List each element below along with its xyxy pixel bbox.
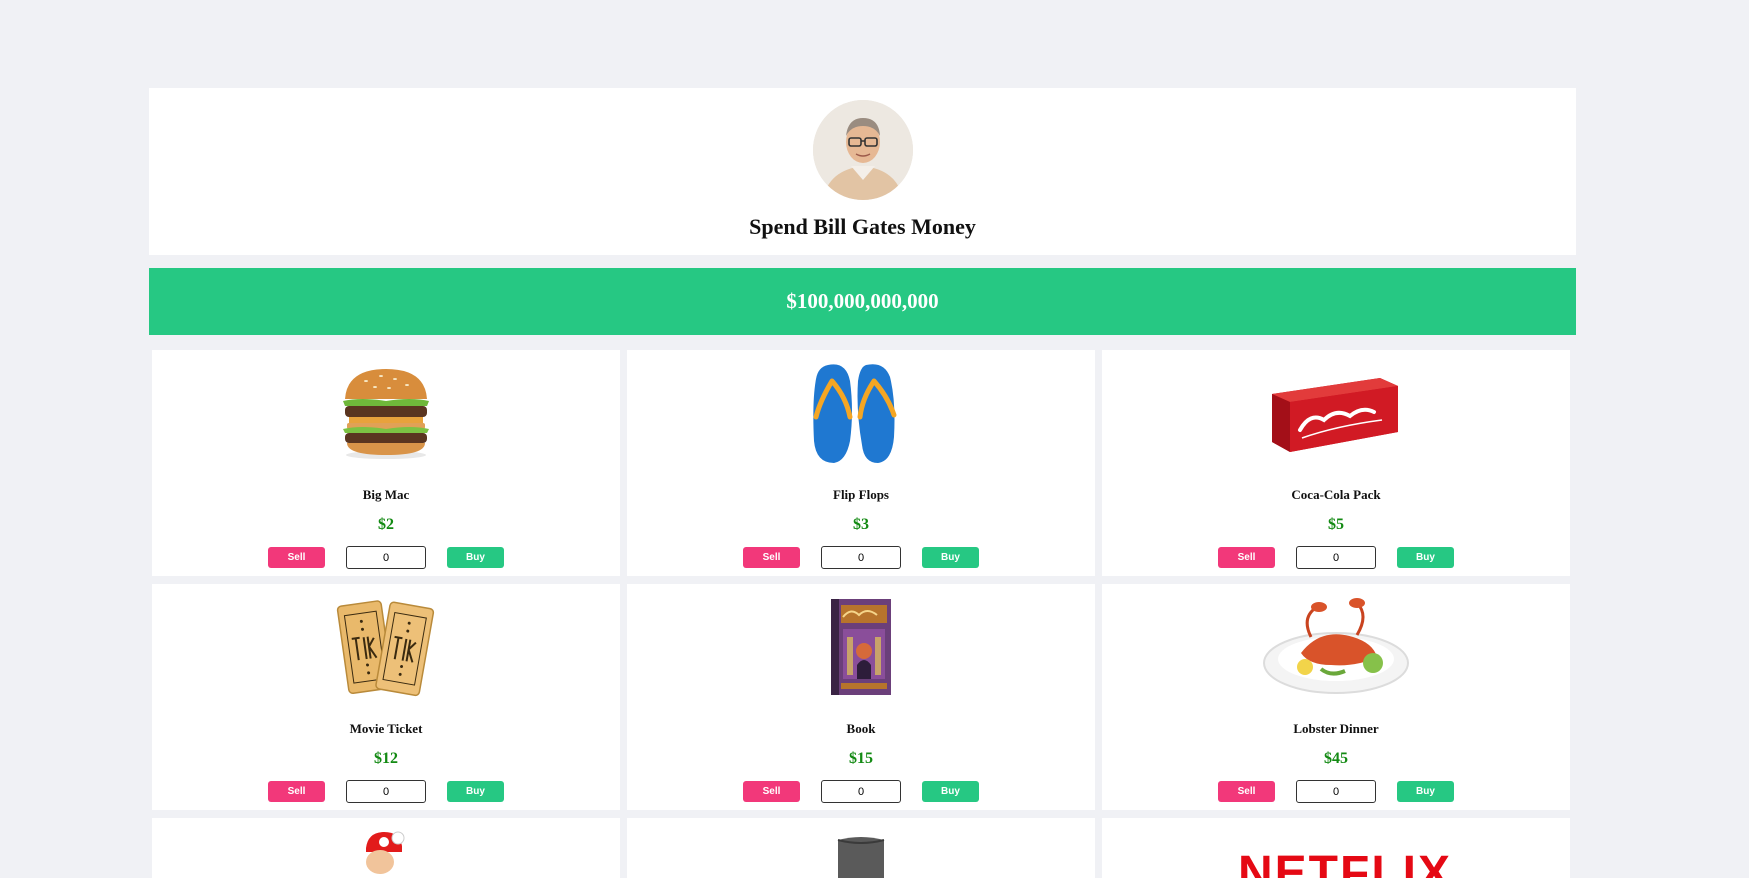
product-controls: Sell Buy xyxy=(1218,780,1454,803)
product-price: $5 xyxy=(1328,516,1344,533)
book-icon xyxy=(831,599,891,695)
quantity-input[interactable] xyxy=(1296,780,1376,803)
page-container: Spend Bill Gates Money $100,000,000,000 xyxy=(149,88,1576,878)
quantity-input[interactable] xyxy=(346,546,426,569)
quantity-input[interactable] xyxy=(821,546,901,569)
product-name: Book xyxy=(846,721,876,736)
portrait-icon xyxy=(812,100,913,200)
product-card-big-mac: Big Mac $2 Sell Buy xyxy=(152,350,620,576)
product-grid: Big Mac $2 Sell Buy Flip Flops $3 Se xyxy=(149,350,1576,878)
product-name: Flip Flops xyxy=(833,487,889,502)
sell-button[interactable]: Sell xyxy=(743,781,800,802)
lobster-plate-icon xyxy=(1263,598,1409,694)
sell-button[interactable]: Sell xyxy=(268,781,325,802)
sell-button[interactable]: Sell xyxy=(1218,781,1275,802)
quantity-input[interactable] xyxy=(821,780,901,803)
product-controls: Sell Buy xyxy=(743,780,979,803)
page-title: Spend Bill Gates Money xyxy=(749,214,976,239)
product-name: Lobster Dinner xyxy=(1293,721,1379,736)
product-image xyxy=(1261,592,1411,702)
product-card-flip-flops: Flip Flops $3 Sell Buy xyxy=(627,350,1095,576)
buy-button[interactable]: Buy xyxy=(447,781,504,802)
product-controls: Sell Buy xyxy=(268,780,504,803)
buy-button[interactable]: Buy xyxy=(447,547,504,568)
header-card: Spend Bill Gates Money xyxy=(149,88,1576,255)
product-card-partial-1 xyxy=(152,818,620,878)
burger-icon xyxy=(343,369,429,459)
buy-button[interactable]: Buy xyxy=(1397,547,1454,568)
mario-icon xyxy=(366,831,405,874)
buy-button[interactable]: Buy xyxy=(1397,781,1454,802)
product-price: $2 xyxy=(378,516,394,533)
product-image xyxy=(786,592,936,702)
product-card-lobster-dinner: Lobster Dinner $45 Sell Buy xyxy=(1102,584,1570,810)
product-price: $3 xyxy=(853,516,869,533)
sell-button[interactable]: Sell xyxy=(268,547,325,568)
product-controls: Sell Buy xyxy=(268,546,504,569)
sell-button[interactable]: Sell xyxy=(1218,547,1275,568)
quantity-input[interactable] xyxy=(346,780,426,803)
product-name: Big Mac xyxy=(362,487,410,502)
quantity-input[interactable] xyxy=(1296,546,1376,569)
product-price: $12 xyxy=(374,750,398,767)
product-name: Coca-Cola Pack xyxy=(1291,487,1381,502)
product-price: $45 xyxy=(1324,750,1348,767)
product-name: Movie Ticket xyxy=(349,721,423,736)
product-image xyxy=(786,358,936,468)
soda-pack-icon xyxy=(1272,378,1398,452)
sell-button[interactable]: Sell xyxy=(743,547,800,568)
balance-amount: $100,000,000,000 xyxy=(786,289,939,313)
netflix-logo: NETFLIX xyxy=(1238,847,1452,878)
product-card-partial-3: NETFLIX xyxy=(1102,818,1570,878)
balance-bar: $100,000,000,000 xyxy=(149,268,1576,335)
tickets-icon xyxy=(336,600,435,697)
flip-flops-icon xyxy=(813,364,897,463)
buy-button[interactable]: Buy xyxy=(922,547,979,568)
product-price: $15 xyxy=(849,750,873,767)
product-card-movie-ticket: Movie Ticket $12 Sell Buy xyxy=(152,584,620,810)
avatar xyxy=(812,100,913,200)
product-image xyxy=(311,358,461,468)
product-image xyxy=(1261,358,1411,468)
smart-speaker-icon xyxy=(837,837,885,878)
buy-button[interactable]: Buy xyxy=(922,781,979,802)
product-controls: Sell Buy xyxy=(743,546,979,569)
product-card-coca-cola-pack: Coca-Cola Pack $5 Sell Buy xyxy=(1102,350,1570,576)
product-controls: Sell Buy xyxy=(1218,546,1454,569)
product-card-book: Book $15 Sell Buy xyxy=(627,584,1095,810)
product-image xyxy=(311,592,461,702)
product-card-partial-2 xyxy=(627,818,1095,878)
